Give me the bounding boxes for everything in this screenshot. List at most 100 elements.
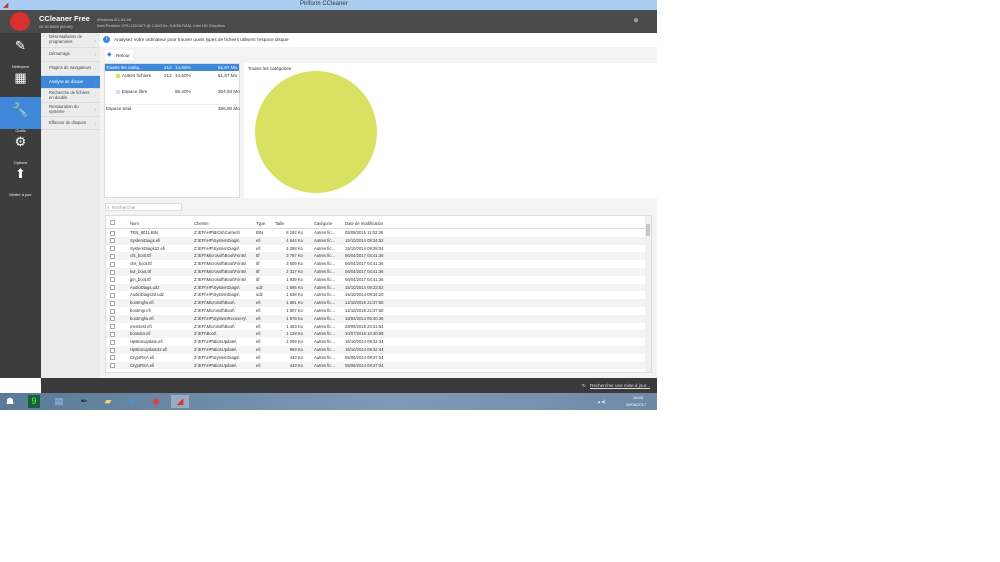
table-row[interactable]: CryptRSA.efi Z:\EFI\HP\SystemDiags\ efi 433… [106, 354, 646, 362]
summary-row-free[interactable]: Espace libre 85.40% 304,83 Mo [105, 88, 240, 95]
table-row[interactable]: bootmgfw.efi Z:\EFI\Microsoft\Boot\ efi 1 5… [106, 299, 646, 307]
row-checkbox[interactable] [110, 331, 115, 337]
table-row[interactable]: HpBiosUpdate.efi Z:\EFI\HP\BiosUpdate\ efi… [106, 338, 646, 346]
row-checkbox[interactable] [110, 292, 115, 298]
os-info: Windows 8.1 64-bit [97, 17, 132, 22]
cell-cat-gorie: Autres fic... [314, 261, 335, 267]
sidebar-item-registre[interactable]: ▦Registre [0, 65, 41, 101]
row-checkbox[interactable] [110, 355, 115, 361]
folder-icon[interactable]: ▰ [102, 395, 114, 408]
submenu-item[interactable]: Analyse de disque › [41, 76, 100, 89]
cell-chemin: Z:\EFI\Microsoft\Boot\Fonts\ [194, 276, 247, 282]
clock-time: 16:46 [633, 395, 644, 400]
submenu-item[interactable]: Plugins de navigateurs › [41, 62, 100, 76]
cell-type: ttf [256, 253, 260, 259]
table-row[interactable]: kor_boot.ttf Z:\EFI\Microsoft\Boot\Fonts\… [106, 268, 646, 276]
sidebar-item-nettoyeur[interactable]: ✎ Nettoyeur [0, 33, 41, 69]
col-taille[interactable]: Taille [275, 221, 285, 226]
cell-date-de-modification: 06/04/2017 04:41:36 [345, 269, 384, 274]
table-row[interactable]: bootmgfw.efi Z:\EFI\HP\SystemRecovery\ efi… [106, 314, 646, 323]
table-row[interactable]: TEN_8011.BIN Z:\EFI\HP\BIOS\Current\ BIN 8 … [106, 229, 646, 237]
table-row[interactable]: CryptRSA.efi Z:\EFI\HP\BiosUpdate\ efi 433 … [106, 361, 646, 370]
row-checkbox[interactable] [110, 324, 115, 330]
row-checkbox[interactable] [110, 363, 115, 369]
ccleaner-logo-icon [10, 12, 30, 31]
row-checkbox[interactable] [110, 339, 115, 345]
cell-date-de-modification: 06/04/2017 04:41:36 [345, 276, 384, 282]
row-checkbox[interactable] [110, 269, 115, 275]
row-checkbox[interactable] [110, 300, 115, 306]
cell-nom: SystemDiags.efi [130, 237, 161, 243]
search-input[interactable]: ⌕ Rechercher [105, 203, 182, 211]
sidebar-item-outils[interactable]: 🔧 Outils [0, 97, 41, 133]
chrome-icon[interactable]: ◉ [150, 395, 162, 408]
check-update-link[interactable]: Rechercher une mise à jour... [590, 383, 650, 388]
submenu-item[interactable]: Restauration du système › [41, 103, 100, 117]
table-row[interactable]: bootx64.efi Z:\EFI\Boot\ efi 1 128 Ko Autres… [106, 330, 646, 339]
table-body: TEN_8011.BIN Z:\EFI\HP\BIOS\Current\ BIN 8 … [106, 229, 646, 372]
cell-chemin: Z:\EFI\Microsoft\Boot\Fonts\ [194, 269, 247, 274]
row-checkbox[interactable] [110, 308, 115, 314]
ccleaner-taskbar-icon[interactable]: ◢ [171, 395, 189, 408]
col-chemin[interactable]: Chemin [194, 221, 208, 226]
refresh-icon: ↻ [582, 383, 586, 388]
cell-type: efi [256, 237, 261, 243]
cell-cat-gorie: Autres fic... [314, 237, 335, 243]
cell-taille: 1 463 Ko [286, 323, 303, 329]
tray-icons[interactable]: ▴ ◂) [598, 399, 605, 405]
cell-taille: 4 268 Ko [286, 245, 303, 251]
cell-chemin: Z:\EFI\Microsoft\Boot\ [194, 323, 235, 329]
app-name: CCleaner Free [39, 14, 90, 23]
col-nom[interactable]: Nom [130, 221, 139, 226]
summary-row-other[interactable]: Autres fichiers 212 14.60% 51,87 Mo [105, 72, 239, 79]
pen-icon[interactable]: ✒ [78, 395, 90, 408]
table-row[interactable]: SystemDiags32.efi Z:\EFI\HP\SystemDiags\ e… [106, 245, 646, 253]
table-row[interactable]: memtest.efi Z:\EFI\Microsoft\Boot\ efi 1 46… [106, 323, 646, 331]
row-checkbox[interactable] [110, 238, 115, 244]
row-checkbox[interactable] [110, 246, 115, 252]
table-row[interactable]: HpBiosUpdate32.efi Z:\EFI\HP\BiosUpdate\ e… [106, 346, 646, 354]
submenu-item[interactable]: Désinstallation de programmes › [41, 33, 100, 48]
ie-icon[interactable]: e [126, 395, 138, 408]
legend-swatch [116, 73, 120, 78]
submenu-item[interactable]: Effaceur de disques › [41, 117, 100, 130]
back-button[interactable]: ◆ Retour [105, 50, 133, 60]
row-checkbox[interactable] [110, 277, 115, 283]
tools-submenu: Désinstallation de programmes › Démarrage ›… [41, 33, 100, 378]
table-row[interactable]: cht_boot.ttf Z:\EFI\Microsoft\Boot\Fonts\… [106, 252, 646, 261]
cell-type: BIN [256, 230, 263, 235]
submenu-item[interactable]: Recherche de fichiers en double › [41, 89, 100, 103]
cell-nom: chs_boot.ttf [130, 261, 152, 267]
cell-chemin: Z:\EFI\HP\SystemDiags\ [194, 354, 240, 360]
sidebar-item-mettre-a-jour[interactable]: ⬆ Mettre à jour [0, 161, 41, 197]
table-row[interactable]: bootmgr.efi Z:\EFI\Microsoft\Boot\ efi 1 50… [106, 307, 646, 315]
cell-chemin: Z:\EFI\HP\BiosUpdate\ [194, 347, 237, 352]
row-checkbox[interactable] [110, 261, 115, 267]
col-date[interactable]: Date de modification [345, 221, 383, 226]
cell-date-de-modification: 06/04/2017 04:41:36 [345, 253, 384, 259]
sidebar-item-options[interactable]: ⚙ Options [0, 129, 41, 165]
row-checkbox[interactable] [110, 316, 115, 322]
table-row[interactable]: AudioDiags.udz Z:\EFI\HP\SystemDiags\ udz 1… [106, 283, 646, 292]
scrollbar-thumb[interactable] [646, 224, 650, 236]
scrollbar[interactable] [645, 216, 651, 372]
table-row[interactable]: chs_boot.ttf Z:\EFI\Microsoft\Boot\Fonts\… [106, 260, 646, 268]
row-checkbox[interactable] [110, 253, 115, 259]
row-checkbox[interactable] [110, 285, 115, 291]
summary-row-all[interactable]: Toutes les catég... 212 14.60% 51,87 Mo [105, 64, 239, 71]
table-row[interactable]: SystemDiags.efi Z:\EFI\HP\SystemDiags\ efi… [106, 236, 646, 245]
submenu-item[interactable]: Démarrage › [41, 48, 100, 62]
col-categorie[interactable]: Catégorie [314, 221, 332, 226]
table-row[interactable]: AudioDiags32.udz Z:\EFI\HP\SystemDiags\ ud… [106, 291, 646, 299]
col-type[interactable]: Type [256, 221, 265, 226]
drop-icon: ● [633, 15, 640, 26]
hardware-info: Intel Pentium CPU G2030T @ 2.60GHz, 6,0G… [97, 23, 225, 28]
row-checkbox[interactable] [110, 230, 115, 236]
select-all-checkbox[interactable] [110, 220, 115, 225]
app-icon[interactable]: 9 [28, 395, 40, 408]
row-checkbox[interactable] [110, 347, 115, 353]
cell-taille: 1 638 Ko [286, 292, 303, 298]
mask-icon[interactable]: ☗ [4, 395, 16, 408]
document-icon[interactable]: ▤ [53, 395, 65, 408]
table-row[interactable]: jpn_boot.ttf Z:\EFI\Microsoft\Boot\Fonts\… [106, 276, 646, 284]
